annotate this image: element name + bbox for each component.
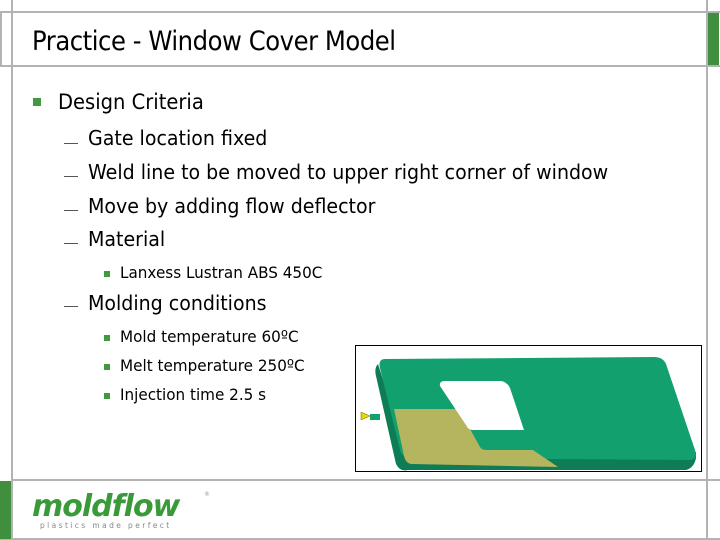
bullet-melt-temp: Melt temperature 250ºC [120, 356, 305, 375]
bullet-molding: Molding conditions [88, 291, 267, 315]
bullet-square-icon [104, 364, 110, 370]
bullet-injection: Injection time 2.5 s [120, 385, 267, 404]
frame-left-line [11, 0, 13, 540]
bullet-square-icon [33, 98, 41, 106]
bullet-design-criteria: Design Criteria [58, 90, 204, 114]
moldflow-logo-mark: moldflow ® plastics made perfect [32, 489, 210, 530]
accent-bar-top [708, 13, 719, 65]
logo-registered-mark: ® [204, 491, 210, 498]
bullet-square-icon [104, 335, 110, 341]
dash-icon [64, 306, 78, 307]
dash-icon [64, 143, 78, 144]
frame-right-line [706, 0, 708, 540]
window-cover-model-image [355, 345, 702, 472]
bullet-square-icon [104, 393, 110, 399]
bullet-mold-temp: Mold temperature 60ºC [120, 327, 299, 346]
gate-icon [360, 411, 371, 421]
bullet-material: Material [88, 227, 166, 251]
bullet-material-item: Lanxess Lustran ABS 450C [120, 263, 323, 282]
moldflow-logo: moldflow ® plastics made perfect [28, 488, 218, 540]
dash-icon [64, 210, 78, 211]
title-bottom-line [0, 65, 720, 67]
dash-icon [64, 176, 78, 177]
accent-bar-bottom [0, 481, 11, 539]
dash-icon [64, 243, 78, 244]
bullet-square-icon [104, 271, 110, 277]
logo-tagline: plastics made perfect [40, 521, 172, 530]
frame-top-left-tick [0, 11, 2, 66]
bullet-weld: Weld line to be moved to upper right cor… [88, 160, 609, 184]
footer-top-line [11, 479, 720, 481]
frame-top-line [0, 11, 720, 13]
bullet-gate: Gate location fixed [88, 126, 268, 150]
model-render [360, 357, 696, 471]
logo-wordmark: moldflow [32, 489, 181, 524]
bullet-move: Move by adding flow deflector [88, 194, 376, 218]
slide-title: Practice - Window Cover Model [32, 26, 396, 57]
gate-runner [370, 414, 380, 420]
